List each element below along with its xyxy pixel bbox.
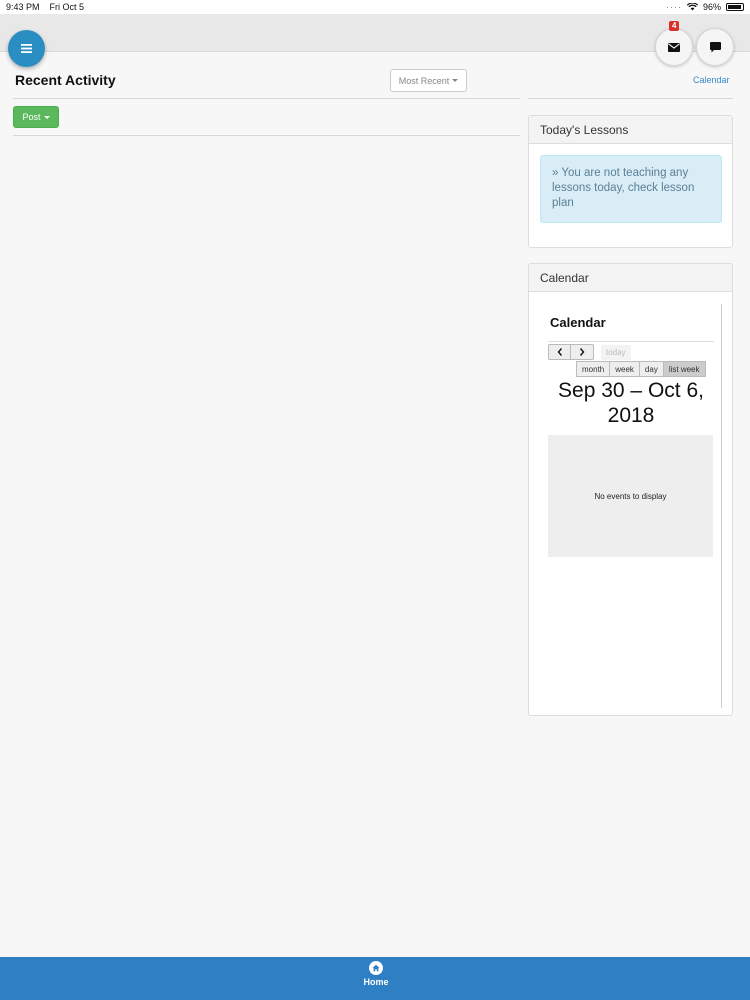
status-bar: 9:43 PM Fri Oct 5 ···· 96% [0, 0, 750, 14]
chevron-left-icon [557, 348, 562, 356]
calendar-link[interactable]: Calendar [693, 75, 730, 85]
battery-icon [726, 3, 744, 11]
chat-button[interactable] [696, 28, 734, 66]
calendar-range: Sep 30 – Oct 6, 2018 [558, 379, 704, 427]
sort-dropdown[interactable]: Most Recent [390, 69, 467, 92]
sort-label: Most Recent [398, 75, 450, 86]
lessons-alert[interactable]: » You are not teaching any lessons today… [540, 155, 722, 223]
next-button[interactable] [571, 344, 594, 360]
battery-percent: 96% [702, 2, 721, 12]
lessons-panel: Today's Lessons » You are not teaching a… [528, 115, 733, 248]
divider [13, 98, 520, 99]
view-list-week-button[interactable]: list week [663, 361, 706, 377]
post-button[interactable]: Post [13, 106, 59, 128]
chevron-right-icon [579, 348, 585, 356]
messages-badge: 4 [669, 21, 680, 31]
home-tab[interactable]: Home [355, 961, 397, 997]
envelope-icon [668, 42, 680, 52]
caret-down-icon [452, 79, 459, 82]
calendar-heading: Calendar [529, 264, 732, 292]
caret-down-icon [43, 115, 50, 119]
home-label: Home [363, 977, 389, 987]
cellular-dots-icon: ···· [665, 2, 682, 12]
status-date: Fri Oct 5 [49, 2, 85, 12]
lessons-heading: Today's Lessons [529, 116, 732, 144]
calendar-nav [548, 344, 594, 360]
menu-button[interactable] [8, 30, 45, 67]
no-events-message: No events to display [548, 435, 713, 557]
bottom-nav: Home [0, 957, 750, 1000]
view-switcher: month week day list week [576, 361, 706, 377]
divider [548, 341, 714, 342]
chat-bubble-icon [709, 41, 721, 52]
hamburger-icon [21, 44, 32, 53]
calendar-title: Calendar [550, 315, 606, 330]
divider [13, 135, 520, 136]
today-button[interactable]: today [601, 345, 631, 360]
view-week-button[interactable]: week [610, 361, 640, 377]
top-header [0, 14, 750, 52]
page-title: Recent Activity [15, 72, 116, 88]
post-label: Post [22, 112, 41, 122]
status-time: 9:43 PM [6, 2, 40, 12]
wifi-icon [686, 3, 698, 11]
divider [528, 98, 733, 99]
prev-button[interactable] [548, 344, 571, 360]
home-icon [369, 961, 383, 975]
calendar-widget: Calendar today month week day list week … [540, 304, 722, 708]
view-month-button[interactable]: month [576, 361, 611, 377]
messages-button[interactable] [655, 28, 693, 66]
calendar-panel: Calendar Calendar today month week day l… [528, 263, 733, 716]
view-day-button[interactable]: day [639, 361, 664, 377]
